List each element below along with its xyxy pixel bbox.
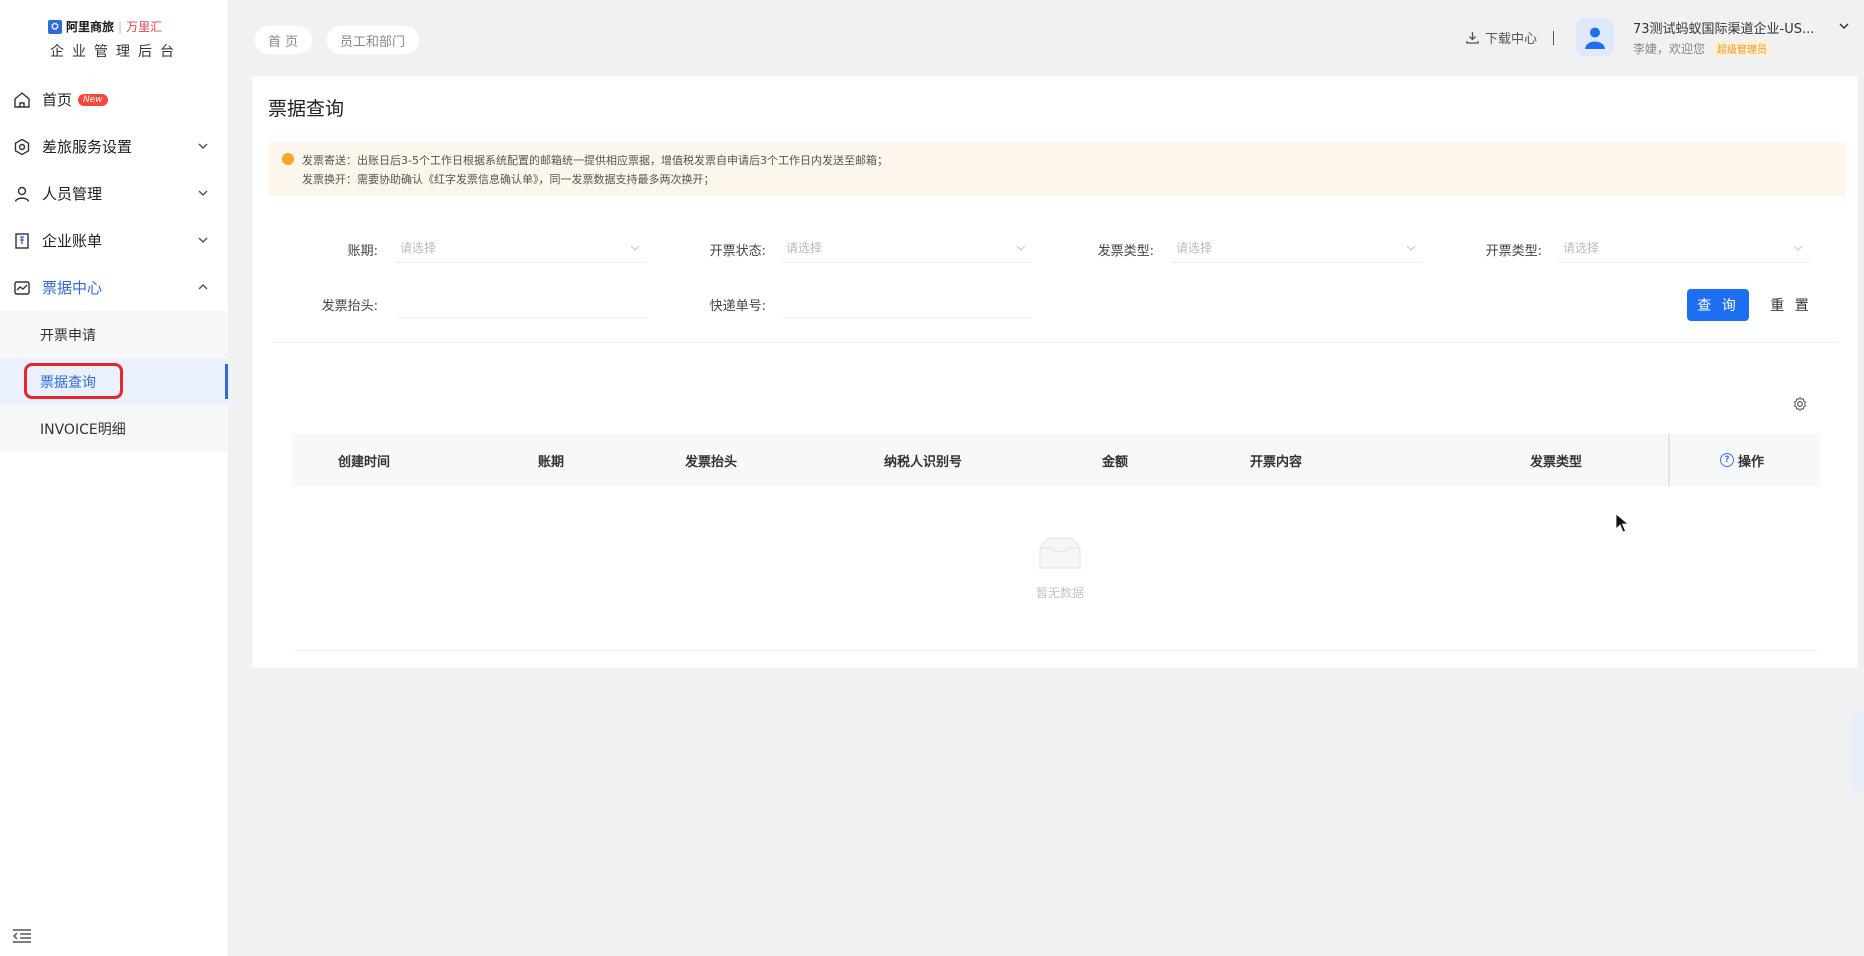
- side-floating-tab[interactable]: [1852, 712, 1864, 790]
- sidebar-item-label: 首页: [42, 91, 73, 109]
- download-icon: [1466, 32, 1479, 44]
- chevron-down-icon: [630, 245, 640, 251]
- sidebar-item-home[interactable]: 首页 New: [0, 76, 228, 123]
- status-select-placeholder: 请选择: [786, 241, 823, 255]
- sidebar-item-staff[interactable]: 人员管理: [0, 170, 228, 217]
- notice-banner: 发票寄送：出账日后3-5个工作日根据系统配置的邮箱统一提供相应票据，增值税发票自…: [268, 142, 1846, 196]
- avatar[interactable]: [1576, 18, 1614, 56]
- sidebar-item-invoice-center[interactable]: 票据中心: [0, 264, 228, 311]
- warning-icon: [282, 153, 294, 165]
- empty-box-icon: [1039, 537, 1081, 569]
- download-center-label: 下载中心: [1485, 32, 1538, 47]
- main-card: 票据查询 发票寄送：出账日后3-5个工作日根据系统配置的邮箱统一提供相应票据，增…: [252, 76, 1858, 668]
- empty-state-text: 暂无数据: [1035, 586, 1084, 600]
- submenu-item-invoice-apply[interactable]: 开票申请: [0, 311, 228, 358]
- column-header-invoice-type: 发票类型: [1530, 454, 1583, 470]
- brand-logo-icon: ⛭: [48, 19, 62, 34]
- download-center-link[interactable]: 下载中心: [1466, 28, 1537, 47]
- sidebar-item-travel-settings[interactable]: 差旅服务设置: [0, 123, 228, 170]
- filter-divider: [272, 342, 1838, 343]
- chevron-down-icon[interactable]: [1838, 20, 1850, 32]
- brand-logo: ⛭ 阿里商旅 | 万里汇: [48, 18, 188, 35]
- sidebar-item-bills[interactable]: 企业账单: [0, 217, 228, 264]
- period-select[interactable]: 请选择: [396, 233, 646, 263]
- chevron-down-icon: [1793, 245, 1803, 251]
- submenu-item-invoice-detail[interactable]: INVOICE明细: [0, 405, 228, 452]
- invoice-type-label: 发票类型:: [1097, 244, 1154, 259]
- table-bottom-border: [292, 650, 1820, 651]
- column-header-period: 账期: [538, 454, 565, 470]
- new-badge: New: [78, 93, 108, 106]
- bill-icon: [12, 231, 32, 251]
- reset-button[interactable]: 重 置: [1760, 289, 1822, 321]
- tab-home[interactable]: 首 页: [254, 26, 313, 54]
- tab-staff-departments[interactable]: 员工和部门: [326, 26, 420, 54]
- brand-title: 企业管理后台: [50, 44, 182, 60]
- brand-partner: 万里汇: [126, 20, 163, 34]
- home-icon: [12, 90, 32, 110]
- user-company-name[interactable]: 73测试蚂蚁国际渠道企业-US...: [1633, 18, 1843, 37]
- column-header-invoice-title: 发票抬头: [685, 454, 738, 470]
- notice-line-reissue: 发票换开：需要协助确认《红字发票信息确认单》，同一发票数据支持最多两次换开；: [302, 173, 715, 186]
- table-header: 创建时间 账期 发票抬头 纳税人识别号 金额 开票内容 发票类型 ? 操作: [292, 434, 1820, 486]
- period-label: 账期:: [347, 244, 378, 259]
- invoice-title-input[interactable]: [396, 288, 646, 318]
- brand: ⛭ 阿里商旅 | 万里汇 企业管理后台: [48, 18, 188, 61]
- fixed-column-divider: [1668, 434, 1670, 486]
- chevron-down-icon: [198, 237, 208, 244]
- page-title: 票据查询: [268, 98, 345, 120]
- chevron-up-icon: [198, 283, 208, 290]
- chevron-down-icon: [198, 143, 208, 150]
- column-header-actions-label: 操作: [1738, 454, 1765, 470]
- brand-logo-text: 阿里商旅: [66, 20, 115, 34]
- express-number-label: 快递单号:: [709, 299, 766, 314]
- brand-separator: |: [118, 19, 123, 34]
- column-header-actions: ? 操作: [1720, 434, 1764, 486]
- mouse-cursor-icon: [1615, 513, 1629, 533]
- help-icon[interactable]: ?: [1720, 453, 1734, 467]
- sidebar-item-label: 企业账单: [42, 232, 103, 250]
- issue-type-select[interactable]: 请选择: [1559, 233, 1809, 263]
- invoice-title-label: 发票抬头:: [321, 299, 378, 314]
- submenu-item-invoice-query[interactable]: 票据查询: [0, 358, 228, 405]
- sidebar: ⛭ 阿里商旅 | 万里汇 企业管理后台 首页 New 差旅服务设置 人员管理 企…: [0, 0, 228, 956]
- sidebar-item-label: 票据中心: [42, 279, 103, 297]
- sidebar-item-label: 差旅服务设置: [42, 138, 133, 156]
- user-icon: [12, 184, 32, 204]
- notice-line-delivery: 发票寄送：出账日后3-5个工作日根据系统配置的邮箱统一提供相应票据，增值税发票自…: [302, 154, 888, 167]
- column-header-amount: 金额: [1102, 454, 1129, 470]
- collapse-menu-icon[interactable]: [12, 928, 32, 944]
- column-header-taxpayer-id: 纳税人识别号: [884, 454, 963, 470]
- issue-type-label: 开票类型:: [1485, 244, 1542, 259]
- role-badge: 超级管理员: [1713, 40, 1772, 57]
- issue-type-select-placeholder: 请选择: [1563, 241, 1600, 255]
- welcome-text: 李婕，欢迎您: [1633, 42, 1706, 56]
- chevron-down-icon: [1016, 245, 1026, 251]
- express-number-input[interactable]: [782, 288, 1032, 318]
- invoice-submenu: 开票申请 票据查询 INVOICE明细: [0, 311, 228, 452]
- chevron-down-icon: [198, 190, 208, 197]
- column-settings-gear-icon[interactable]: [1792, 396, 1808, 412]
- query-button[interactable]: 查 询: [1687, 289, 1749, 321]
- sidebar-menu: 首页 New 差旅服务设置 人员管理 企业账单 票据中心 开票申请 票据查询 I…: [0, 76, 228, 452]
- period-select-placeholder: 请选择: [400, 241, 437, 255]
- settings-icon: [12, 137, 32, 157]
- avatar-user-icon: [1585, 27, 1605, 49]
- invoice-type-select[interactable]: 请选择: [1172, 233, 1422, 263]
- sidebar-item-label: 人员管理: [42, 185, 103, 203]
- invoice-type-select-placeholder: 请选择: [1176, 241, 1213, 255]
- column-header-created-time: 创建时间: [338, 454, 391, 470]
- column-header-invoice-content: 开票内容: [1250, 454, 1303, 470]
- header-divider: [1553, 31, 1554, 45]
- user-welcome: 李婕，欢迎您 超级管理员: [1633, 40, 1772, 57]
- topbar: 首 页 员工和部门 下载中心 73测试蚂蚁国际渠道企业-US... 李婕，欢迎您…: [228, 0, 1864, 76]
- invoice-status-label: 开票状态:: [709, 244, 766, 259]
- invoice-icon: [12, 278, 32, 298]
- chevron-down-icon: [1406, 245, 1416, 251]
- invoice-status-select[interactable]: 请选择: [782, 233, 1032, 263]
